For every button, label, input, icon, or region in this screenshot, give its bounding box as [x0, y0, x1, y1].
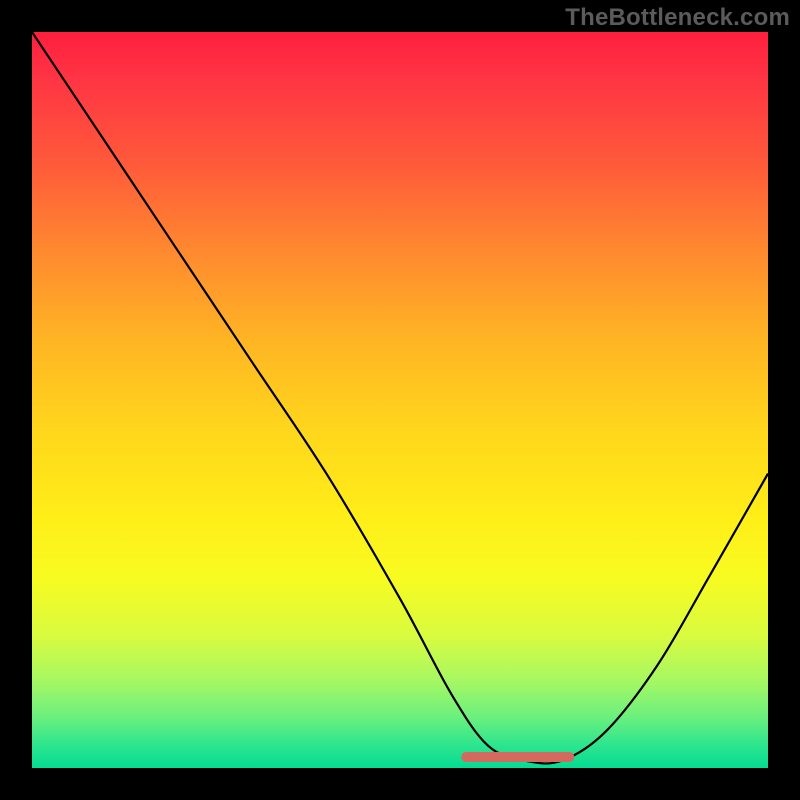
- chart-frame: TheBottleneck.com: [0, 0, 800, 800]
- curve-svg: [32, 32, 768, 768]
- plot-area: [32, 32, 768, 768]
- bottleneck-curve: [32, 32, 768, 763]
- watermark-text: TheBottleneck.com: [565, 4, 790, 32]
